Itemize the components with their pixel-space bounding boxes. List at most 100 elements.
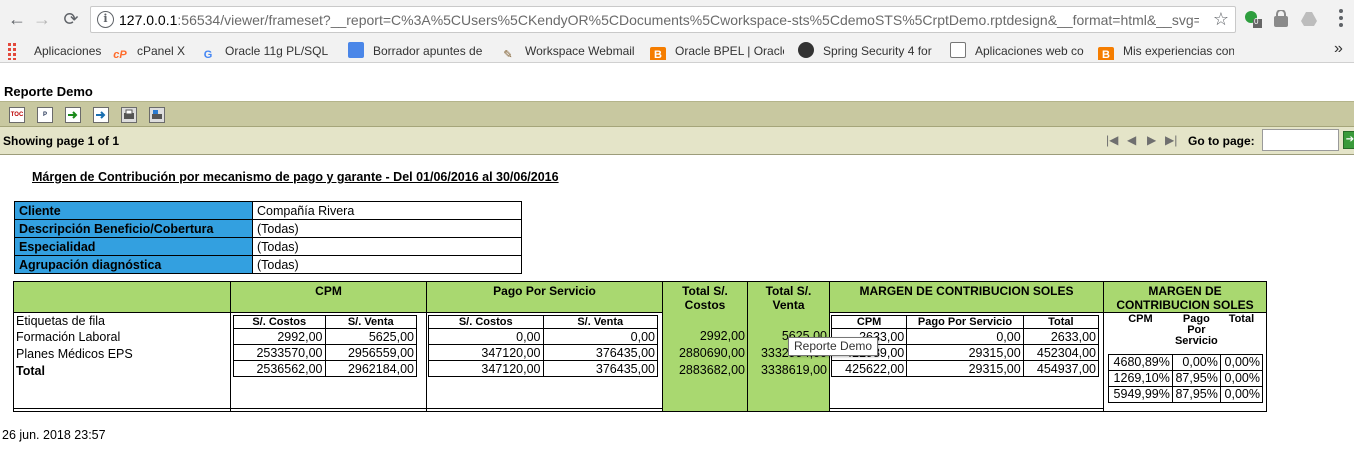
pps-subtable: S/. Costos S/. Venta 0,00 0,00 347120,00 37… <box>428 315 658 377</box>
back-icon[interactable]: ← <box>6 8 28 30</box>
table-row: 425622,00 29315,00 454937,00 <box>830 360 1100 377</box>
parameters-icon[interactable]: P <box>37 107 53 123</box>
cell: 347120,00 <box>428 344 544 361</box>
cell: 2992,00 <box>233 328 326 345</box>
page-status: Showing page 1 of 1 <box>3 134 120 148</box>
blogger-icon: B <box>1098 47 1114 60</box>
filter-row: Especialidad (Todas) <box>14 237 522 256</box>
cell: 29315,00 <box>906 360 1024 377</box>
table-row: 4680,89% 0,00% 0,00% <box>1108 353 1264 371</box>
google-icon: G <box>203 49 213 60</box>
pivot-table: Etiquetas de fila Formación Laboral Plan… <box>13 281 1267 412</box>
cell: 0,00 <box>906 328 1024 345</box>
site-info-icon[interactable]: i <box>97 11 114 28</box>
col-header: S/. Venta <box>542 315 658 329</box>
bookmark-spring-security[interactable]: Spring Security 4 for <box>798 42 934 60</box>
cell: 347120,00 <box>428 360 544 377</box>
extension-drive-icon[interactable] <box>1300 10 1318 28</box>
print-icon[interactable] <box>121 107 137 123</box>
cell: 454937,00 <box>1022 360 1100 377</box>
pps-column: Pago Por Servicio S/. Costos S/. Venta 0,… <box>427 282 663 411</box>
cell: 0,00 <box>428 328 544 345</box>
row-label: Formación Laboral <box>16 330 121 344</box>
bookmark-aplicaciones-web[interactable]: Aplicaciones web co <box>950 42 1086 60</box>
browser-toolbar: ← → ⟳ i 127.0.0.1:56534/viewer/frameset?… <box>0 0 1354 38</box>
print-server-icon[interactable] <box>149 107 165 123</box>
bookmark-star-icon[interactable]: ☆ <box>1213 9 1229 30</box>
cell: 0,00% <box>1219 385 1264 403</box>
bookmark-borrador[interactable]: Borrador apuntes de <box>348 42 484 60</box>
row-labels-column: Etiquetas de fila Formación Laboral Plan… <box>14 282 231 411</box>
toc-icon[interactable]: TOC <box>9 107 25 123</box>
col-header: S/. Venta <box>324 315 417 329</box>
bookmark-cpanel[interactable]: cP cPanel X <box>112 42 192 60</box>
cell: 3338619,00 <box>760 363 827 377</box>
table-row: 2536562,00 2962184,00 <box>233 360 417 377</box>
last-page-icon[interactable]: ▶| <box>1165 133 1177 147</box>
col-header: Pago Por Servicio <box>1174 313 1218 347</box>
cell: 29315,00 <box>906 344 1024 361</box>
docs-icon <box>348 42 364 58</box>
total-venta-header: Total S/. Venta <box>748 282 829 313</box>
total-costos-column: Total S/. Costos 2992,00 2880690,00 2883… <box>663 282 748 411</box>
next-page-icon[interactable]: ▶ <box>1147 133 1156 147</box>
table-row: 347120,00 376435,00 <box>428 360 658 377</box>
cell: 2533570,00 <box>233 344 326 361</box>
url-text[interactable]: 127.0.0.1:56534/viewer/frameset?__report… <box>119 12 1199 28</box>
cell: 87,95% <box>1171 385 1221 403</box>
forward-icon[interactable]: → <box>31 8 53 30</box>
table-row: 2992,00 5625,00 <box>233 328 417 345</box>
cell: 2956559,00 <box>324 344 417 361</box>
previous-page-icon[interactable]: ◀ <box>1127 133 1136 147</box>
cell: 0,00% <box>1219 369 1264 387</box>
cell: 0,00 <box>542 328 658 345</box>
filter-label: Agrupación diagnóstica <box>14 255 253 274</box>
extension-lock-icon[interactable] <box>1272 9 1290 28</box>
cell: 5625,00 <box>324 328 417 345</box>
reload-icon[interactable]: ⟳ <box>60 8 82 30</box>
export-report-icon[interactable] <box>93 107 109 123</box>
margen-pct-column: MARGEN DE CONTRIBUCION SOLES CPM Pago Po… <box>1104 282 1266 411</box>
blogger-icon: B <box>650 47 666 60</box>
col-header: Total <box>1228 313 1255 325</box>
table-row: 0,00 0,00 <box>428 328 658 345</box>
cell: 2880690,00 <box>678 346 745 360</box>
cell: 2633,00 <box>1022 328 1100 345</box>
bookmark-webmail[interactable]: ✎ Workspace Webmail <box>500 42 636 60</box>
viewer-title: Reporte Demo <box>4 84 93 99</box>
bookmark-apps[interactable]: Aplicaciones <box>8 42 101 60</box>
filter-row: Descripción Beneficio/Cobertura (Todas) <box>14 219 522 238</box>
bookmark-oracle-plsql[interactable]: G Oracle 11g PL/SQL : <box>200 42 332 60</box>
viewer-toolbar: TOC P <box>0 101 1354 127</box>
row-label-total: Total <box>16 364 45 378</box>
cell: 4680,89% <box>1108 353 1173 371</box>
filter-label: Especialidad <box>14 237 253 256</box>
address-bar[interactable]: i 127.0.0.1:56534/viewer/frameset?__repo… <box>90 6 1236 33</box>
more-bookmarks-icon[interactable]: » <box>1334 40 1343 58</box>
cell: 0,00% <box>1171 353 1221 371</box>
extension-green-icon[interactable]: 0 <box>1244 10 1262 28</box>
bookmark-mis-experiencias[interactable]: B Mis experiencias con <box>1098 42 1234 60</box>
goto-page-input[interactable] <box>1262 129 1339 151</box>
filter-row: Agrupación diagnóstica (Todas) <box>14 255 522 274</box>
table-row: 5949,99% 87,95% 0,00% <box>1108 385 1264 403</box>
first-page-icon[interactable]: |◀ <box>1106 133 1118 147</box>
cell: 1269,10% <box>1108 369 1173 387</box>
cell: 376435,00 <box>542 360 658 377</box>
col-header: Total <box>1022 315 1100 329</box>
filter-row: Cliente Compañía Rivera <box>14 201 522 220</box>
cell: 0,00% <box>1219 353 1264 371</box>
extension-badge: 0 <box>1254 17 1259 26</box>
browser-menu-icon[interactable] <box>1339 9 1343 29</box>
filter-value: (Todas) <box>252 219 522 238</box>
export-data-icon[interactable] <box>65 107 81 123</box>
col-header: S/. Costos <box>428 315 544 329</box>
total-costos-header: Total S/. Costos <box>663 282 747 313</box>
filter-value: Compañía Rivera <box>252 201 522 220</box>
col-header: S/. Costos <box>233 315 326 329</box>
filter-label: Descripción Beneficio/Cobertura <box>14 219 253 238</box>
bookmark-oracle-bpel[interactable]: B Oracle BPEL | Oracle <box>650 42 784 60</box>
margen-soles-header: MARGEN DE CONTRIBUCION SOLES <box>830 282 1103 313</box>
cell: 2992,00 <box>699 329 745 343</box>
goto-page-button[interactable]: ➔ <box>1343 131 1354 149</box>
